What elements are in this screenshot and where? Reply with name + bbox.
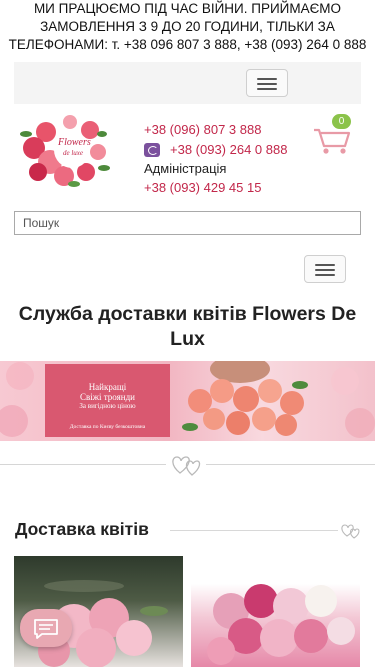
promo-banner[interactable]: Найкращі Свіжі троянди За вигідною ціною… — [0, 361, 375, 441]
site-logo[interactable]: Flowers de luxe — [14, 110, 112, 190]
viber-row: +38 (093) 264 0 888 — [144, 140, 304, 159]
banner-line-1: Найкращі — [88, 382, 127, 392]
search-input[interactable] — [14, 211, 361, 235]
phone-link-2[interactable]: +38 (093) 264 0 888 — [170, 140, 287, 159]
top-navbar — [14, 62, 361, 104]
banner-line-3: За вигідною ціною — [79, 402, 136, 410]
logo-text-2: de luxe — [62, 149, 83, 157]
page-title: Служба доставки квітів Flowers De Lux — [18, 303, 357, 350]
viber-icon[interactable] — [144, 142, 160, 157]
menu-icon[interactable] — [304, 255, 346, 283]
cart-button[interactable]: 0 — [312, 114, 352, 156]
contacts-block: +38 (096) 807 3 888 +38 (093) 264 0 888 … — [144, 120, 304, 197]
cart-count-badge: 0 — [332, 114, 351, 129]
menu-icon[interactable] — [246, 69, 288, 97]
admin-label: Адміністрація — [144, 161, 227, 176]
banner-text-box: Найкращі Свіжі троянди За вигідною ціною… — [45, 364, 170, 437]
phone-link-1[interactable]: +38 (096) 807 3 888 — [144, 120, 304, 139]
banner-line-4: Доставка по Києву безкоштовна — [69, 424, 146, 430]
hearts-divider-icon — [166, 451, 206, 479]
product-card[interactable] — [191, 556, 360, 667]
banner-line-2: Свіжі троянди — [80, 392, 135, 402]
section-title: Доставка квітів — [15, 519, 149, 539]
hearts-divider-icon — [341, 524, 360, 539]
section-divider — [170, 530, 338, 531]
chat-icon — [34, 619, 58, 639]
chat-button[interactable] — [20, 609, 72, 647]
admin-phone-link[interactable]: +38 (093) 429 45 15 — [144, 178, 304, 197]
logo-text-1: Flowers — [58, 137, 91, 148]
announcement-banner: МИ ПРАЦЮЄМО ПІД ЧАС ВІЙНИ. ПРИЙМАЄМО ЗАМ… — [8, 1, 367, 52]
product-image — [207, 584, 355, 665]
